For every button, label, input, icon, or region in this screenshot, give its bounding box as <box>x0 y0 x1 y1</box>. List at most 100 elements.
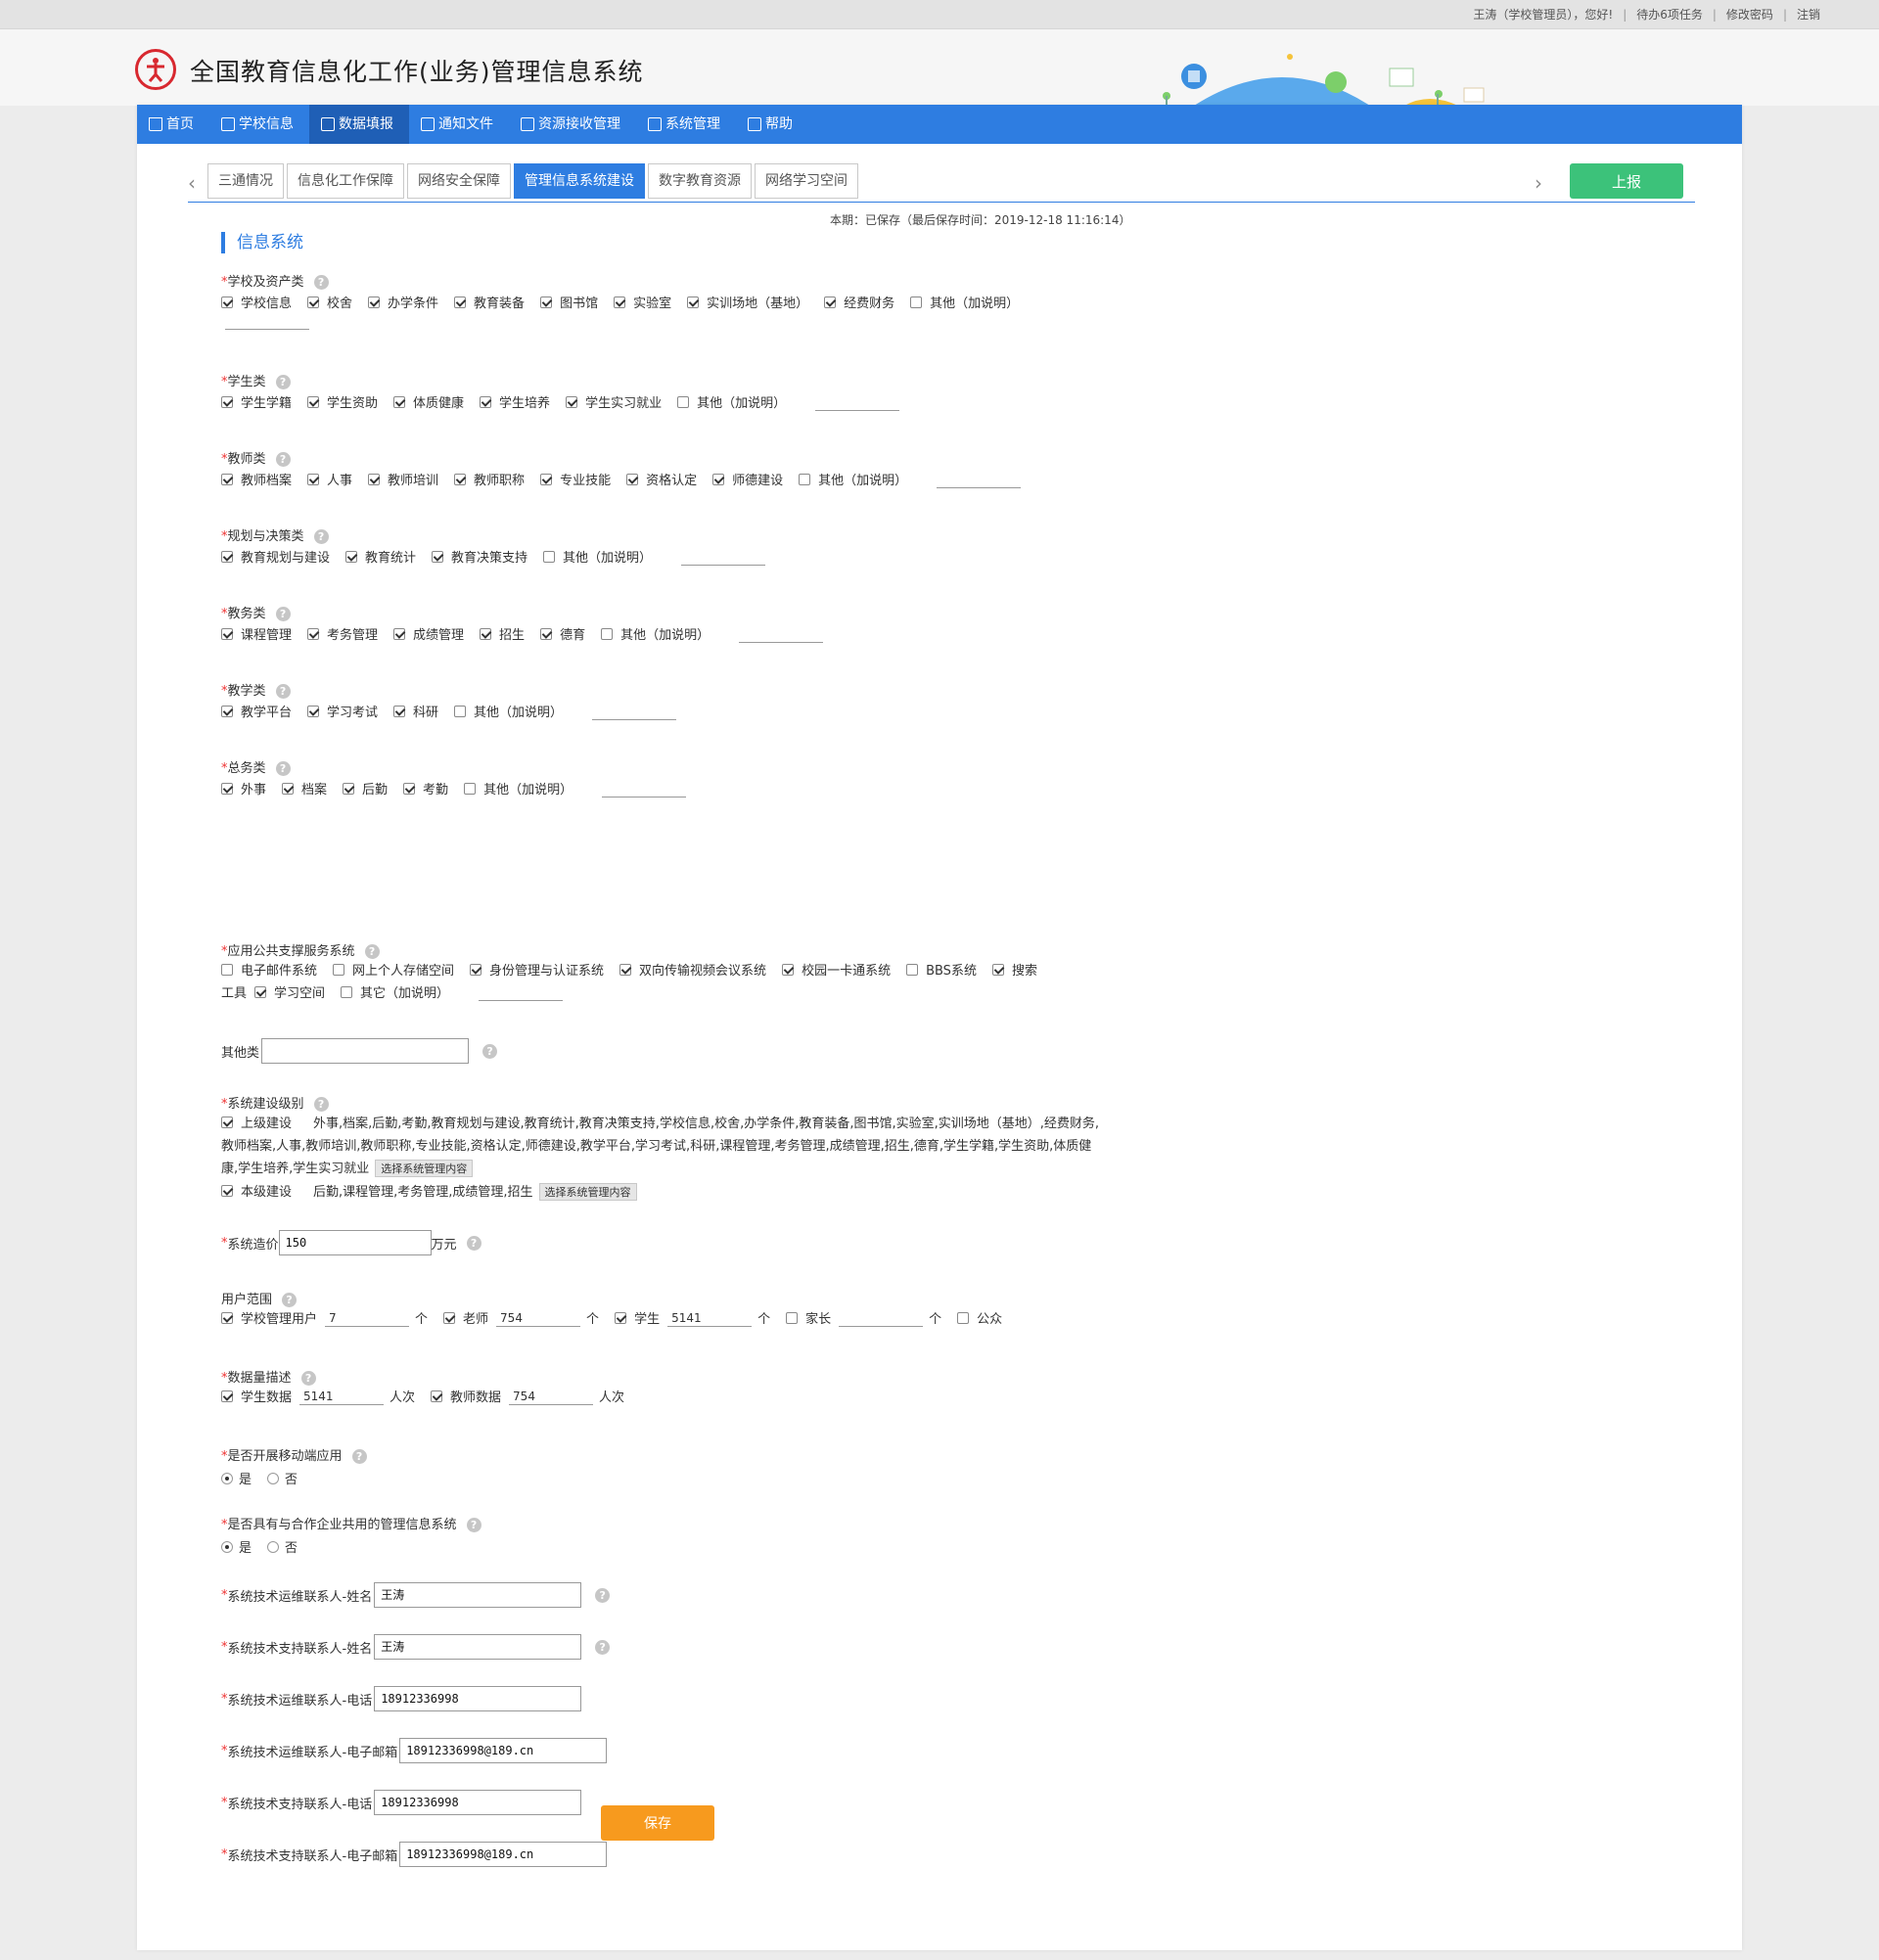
option-checkbox[interactable] <box>393 705 406 717</box>
nav-system[interactable]: 系统管理 <box>636 105 736 144</box>
school-admin-count-input[interactable]: 7 <box>325 1309 410 1327</box>
option-checkbox[interactable] <box>480 627 492 640</box>
option-checkbox[interactable] <box>824 296 837 308</box>
contact-input[interactable]: 王涛 <box>374 1634 582 1660</box>
tab-digital-resources[interactable]: 数字教育资源 <box>648 163 752 199</box>
option-checkbox[interactable] <box>712 473 725 485</box>
help-icon[interactable]: ? <box>466 1235 481 1251</box>
help-icon[interactable]: ? <box>313 275 329 290</box>
help-icon[interactable]: ? <box>482 1043 498 1059</box>
help-icon[interactable]: ? <box>275 452 291 467</box>
option-checkbox[interactable] <box>254 985 267 998</box>
option-checkbox[interactable] <box>782 963 795 976</box>
other-note-input[interactable] <box>479 983 564 1001</box>
student-data-input[interactable]: 5141 <box>299 1388 385 1405</box>
parent-count-input[interactable] <box>839 1309 924 1327</box>
option-checkbox[interactable] <box>221 296 233 308</box>
mobile-yes-radio[interactable] <box>221 1472 233 1484</box>
teacher-checkbox[interactable] <box>443 1311 456 1324</box>
option-checkbox[interactable] <box>540 627 553 640</box>
option-checkbox[interactable] <box>906 963 919 976</box>
option-checkbox[interactable] <box>910 296 923 308</box>
option-checkbox[interactable] <box>307 296 320 308</box>
help-icon[interactable]: ? <box>275 684 291 699</box>
option-checkbox[interactable] <box>343 782 355 795</box>
tasks-link[interactable]: 待办6项任务 <box>1636 0 1703 29</box>
public-checkbox[interactable] <box>957 1311 970 1324</box>
option-checkbox[interactable] <box>368 473 381 485</box>
nav-help[interactable]: 帮助 <box>736 105 808 144</box>
option-checkbox[interactable] <box>307 705 320 717</box>
contact-input[interactable]: 18912336998@189.cn <box>399 1738 608 1763</box>
help-icon[interactable]: ? <box>466 1518 481 1532</box>
option-checkbox[interactable] <box>454 473 467 485</box>
option-checkbox[interactable] <box>221 627 233 640</box>
logout-link[interactable]: 注销 <box>1797 0 1820 29</box>
contact-input[interactable]: 18912336998 <box>374 1686 582 1711</box>
option-checkbox[interactable] <box>991 963 1004 976</box>
nav-data-entry[interactable]: 数据填报 <box>309 105 409 144</box>
other-note-input[interactable] <box>815 393 900 411</box>
option-checkbox[interactable] <box>454 705 467 717</box>
chevron-right-icon[interactable]: › <box>1535 171 1542 195</box>
contact-input[interactable]: 18912336998@189.cn <box>399 1842 608 1867</box>
option-checkbox[interactable] <box>799 473 811 485</box>
tab-mis-construction[interactable]: 管理信息系统建设 <box>514 163 645 199</box>
option-checkbox[interactable] <box>307 473 320 485</box>
teacher-data-input[interactable]: 754 <box>509 1388 594 1405</box>
nav-resources[interactable]: 资源接收管理 <box>509 105 636 144</box>
report-button[interactable]: 上报 <box>1570 163 1683 199</box>
cost-input[interactable]: 150 <box>278 1230 432 1255</box>
option-checkbox[interactable] <box>464 782 477 795</box>
option-checkbox[interactable] <box>454 296 467 308</box>
help-icon[interactable]: ? <box>275 607 291 621</box>
contact-input[interactable]: 王涛 <box>374 1582 582 1608</box>
option-checkbox[interactable] <box>221 782 233 795</box>
upper-build-checkbox[interactable] <box>221 1117 233 1128</box>
option-checkbox[interactable] <box>619 963 632 976</box>
option-checkbox[interactable] <box>307 627 320 640</box>
tab-learning-space[interactable]: 网络学习空间 <box>755 163 858 199</box>
option-checkbox[interactable] <box>566 395 578 408</box>
other-class-input[interactable] <box>261 1038 470 1064</box>
option-checkbox[interactable] <box>307 395 320 408</box>
option-checkbox[interactable] <box>543 550 556 563</box>
option-checkbox[interactable] <box>282 782 295 795</box>
option-checkbox[interactable] <box>345 550 358 563</box>
option-checkbox[interactable] <box>368 296 381 308</box>
teacher-data-checkbox[interactable] <box>431 1390 443 1402</box>
help-icon[interactable]: ? <box>275 761 291 776</box>
student-checkbox[interactable] <box>615 1311 627 1324</box>
nav-notices[interactable]: 通知文件 <box>409 105 509 144</box>
help-icon[interactable]: ? <box>313 529 329 544</box>
parent-checkbox[interactable] <box>786 1311 799 1324</box>
option-checkbox[interactable] <box>432 550 444 563</box>
option-checkbox[interactable] <box>221 473 233 485</box>
option-checkbox[interactable] <box>540 473 553 485</box>
select-content-button[interactable]: 选择系统管理内容 <box>375 1160 474 1177</box>
help-icon[interactable]: ? <box>275 375 291 389</box>
chevron-left-icon[interactable]: ‹ <box>188 171 196 195</box>
help-icon[interactable]: ? <box>595 1639 611 1655</box>
tab-three-links[interactable]: 三通情况 <box>207 163 284 199</box>
help-icon[interactable]: ? <box>313 1097 329 1112</box>
other-note-input[interactable] <box>602 780 687 798</box>
other-note-input[interactable] <box>592 703 677 720</box>
option-checkbox[interactable] <box>626 473 639 485</box>
other-note-input[interactable] <box>225 312 309 330</box>
contact-input[interactable]: 18912336998 <box>374 1790 582 1815</box>
tab-it-support[interactable]: 信息化工作保障 <box>287 163 404 199</box>
shared-yes-radio[interactable] <box>221 1540 233 1553</box>
option-checkbox[interactable] <box>480 395 492 408</box>
student-data-checkbox[interactable] <box>221 1390 233 1402</box>
option-checkbox[interactable] <box>393 395 406 408</box>
student-count-input[interactable]: 5141 <box>667 1309 753 1327</box>
save-button[interactable]: 保存 <box>601 1805 714 1841</box>
option-checkbox[interactable] <box>221 705 233 717</box>
option-checkbox[interactable] <box>470 963 482 976</box>
school-admin-checkbox[interactable] <box>221 1311 233 1324</box>
change-password-link[interactable]: 修改密码 <box>1726 0 1773 29</box>
select-content-button[interactable]: 选择系统管理内容 <box>538 1183 637 1201</box>
help-icon[interactable]: ? <box>595 1587 611 1603</box>
tab-network-security[interactable]: 网络安全保障 <box>407 163 511 199</box>
